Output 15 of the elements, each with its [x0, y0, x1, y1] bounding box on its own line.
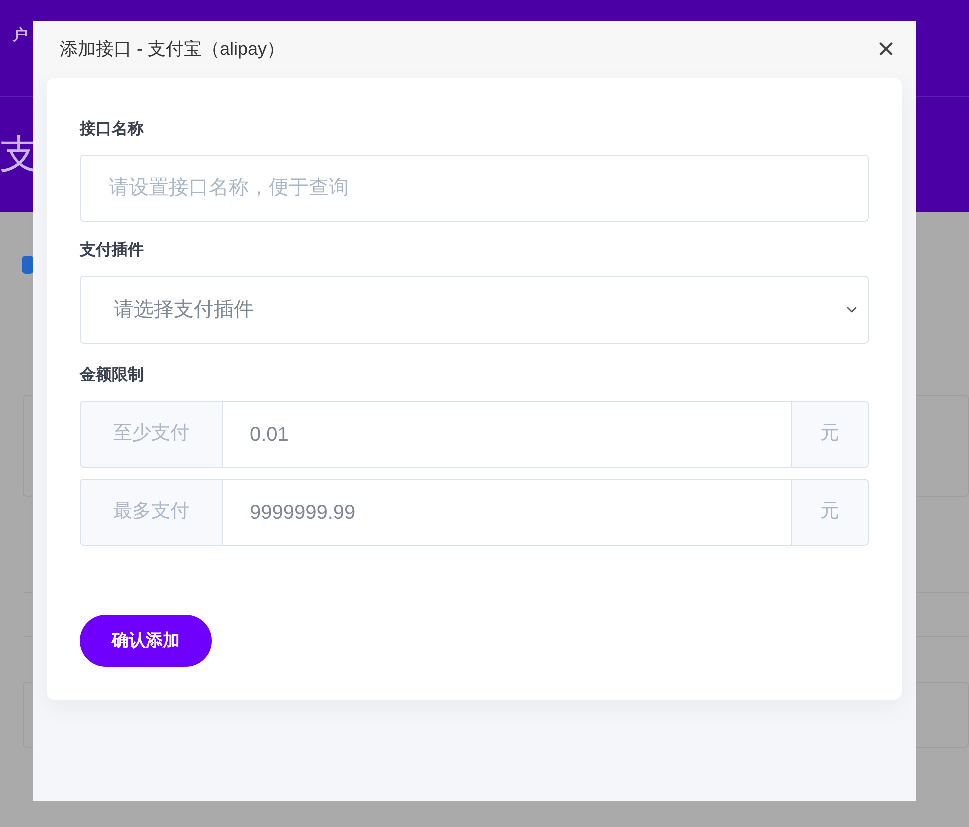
input-suffix: 元	[791, 479, 869, 546]
input-field[interactable]: 请设置接口名称，便于查询	[80, 155, 869, 222]
submit-button[interactable]: 确认添加	[80, 615, 212, 667]
field-label: 金额限制	[80, 365, 145, 386]
field-label: 支付插件	[80, 240, 145, 261]
field-label: 接口名称	[80, 119, 145, 140]
select-field[interactable]: 请选择支付插件	[80, 276, 869, 344]
input-prefix: 最多支付	[80, 479, 223, 546]
input-prefix: 至少支付	[80, 401, 223, 468]
input-suffix: 元	[791, 401, 869, 468]
dialog-title: 添加接口 - 支付宝（alipay）	[60, 38, 286, 61]
close-button[interactable]: ×	[877, 34, 895, 64]
input-field[interactable]: 0.01	[223, 401, 791, 468]
header-text: 户	[13, 26, 28, 46]
input-field[interactable]: 9999999.99	[223, 479, 791, 546]
